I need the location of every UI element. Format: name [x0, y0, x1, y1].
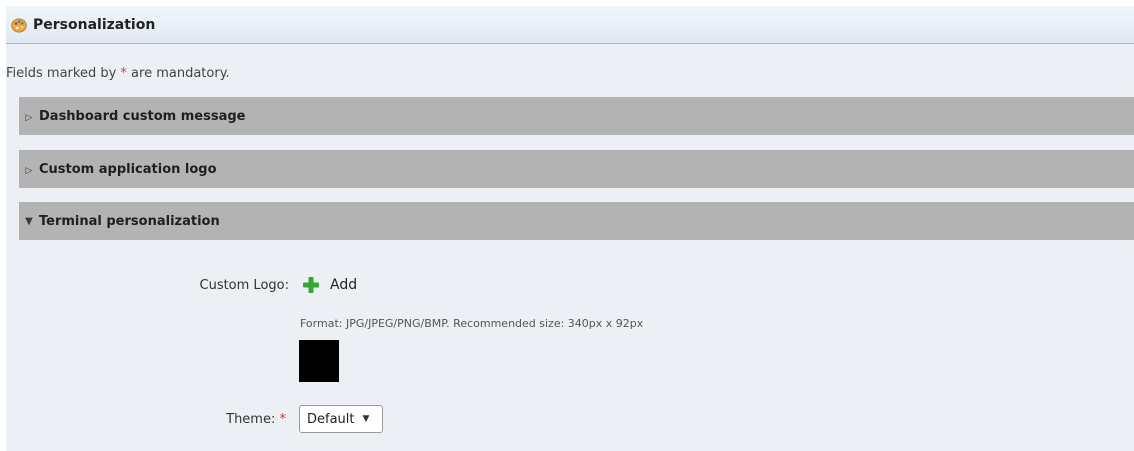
required-star: *: [279, 412, 287, 427]
section-label: Dashboard custom message: [39, 108, 246, 124]
collapse-arrow-icon: ▼: [25, 215, 33, 227]
panel-title: Personalization: [33, 16, 156, 33]
logo-preview: [299, 340, 339, 382]
palette-icon: [11, 18, 27, 32]
panel-header: Personalization: [6, 6, 1134, 44]
expand-arrow-icon: ▷: [25, 112, 33, 123]
chevron-down-icon: ▼: [362, 414, 370, 424]
section-label: Custom application logo: [39, 161, 217, 177]
add-label: Add: [330, 277, 358, 293]
theme-label-text: Theme:: [226, 412, 276, 427]
mandatory-note-prefix: Fields marked by: [6, 66, 121, 81]
section-custom-application-logo[interactable]: ▷ Custom application logo: [19, 150, 1134, 188]
section-label: Terminal personalization: [39, 213, 220, 229]
mandatory-note-suffix: are mandatory.: [126, 66, 230, 81]
plus-icon: [303, 277, 319, 293]
personalization-panel: Personalization Fields marked by * are m…: [6, 6, 1134, 451]
section-dashboard-custom-message[interactable]: ▷ Dashboard custom message: [19, 97, 1134, 135]
format-hint: Format: JPG/JPEG/PNG/BMP. Recommended si…: [300, 317, 644, 330]
add-logo-button[interactable]: Add: [302, 276, 357, 294]
mandatory-note: Fields marked by * are mandatory.: [6, 66, 230, 81]
theme-select[interactable]: Default ▼: [299, 405, 383, 433]
expand-arrow-icon: ▷: [25, 165, 33, 176]
custom-logo-label: Custom Logo:: [199, 278, 290, 293]
section-terminal-personalization[interactable]: ▼ Terminal personalization: [19, 202, 1134, 240]
theme-label: Theme: *: [106, 412, 286, 427]
theme-select-value: Default: [307, 411, 355, 427]
